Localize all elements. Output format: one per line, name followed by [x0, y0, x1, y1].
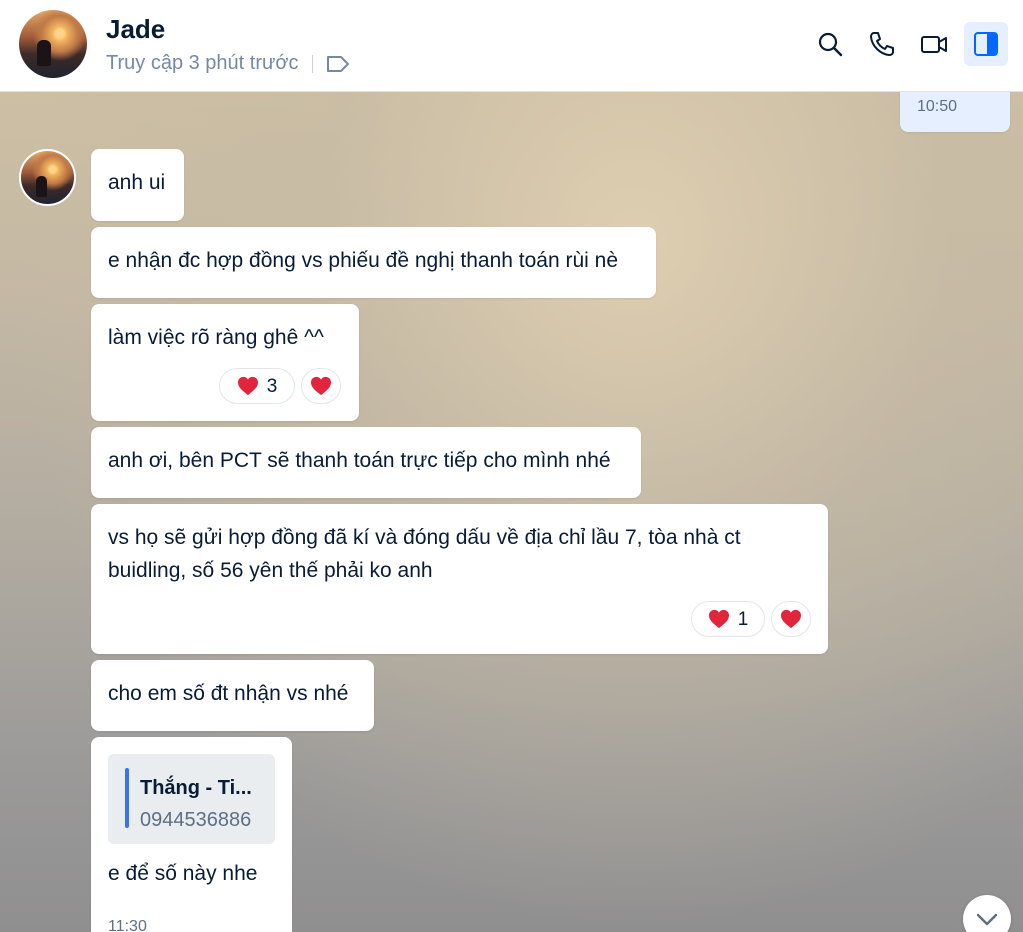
- message-text: anh ơi, bên PCT sẽ thanh toán trực tiếp …: [108, 449, 611, 472]
- contact-name[interactable]: Jade: [106, 14, 165, 45]
- message-bubble[interactable]: Thắng - Ti... 0944536886 e để số này nhe…: [91, 737, 292, 932]
- heart-icon: [708, 609, 729, 629]
- heart-icon: [781, 609, 801, 629]
- message-text: anh ui: [108, 171, 166, 194]
- message-bubble[interactable]: e nhận đc hợp đồng vs phiếu đề nghị than…: [91, 227, 656, 298]
- message-bubble[interactable]: anh ui: [91, 149, 184, 221]
- presence-status: Truy cập 3 phút trước: [106, 52, 299, 74]
- search-button[interactable]: [808, 22, 852, 66]
- reaction-count: 1: [737, 608, 749, 630]
- voice-call-button[interactable]: [860, 22, 904, 66]
- message-text-line: buidling, số 56 yên thế phải ko anh: [108, 559, 433, 582]
- scroll-to-bottom-button[interactable]: [963, 895, 1011, 932]
- chevron-down-icon: [976, 913, 998, 926]
- message-text: e nhận đc hợp đồng vs phiếu đề nghị than…: [108, 249, 618, 272]
- sidebar-toggle-icon: [974, 32, 998, 56]
- message-bubble[interactable]: vs họ sẽ gửi hợp đồng đã kí và đóng dấu …: [91, 504, 828, 654]
- reaction-summary[interactable]: 1: [691, 601, 765, 637]
- tag-icon[interactable]: [326, 53, 350, 75]
- message-text: cho em số đt nhận vs nhé: [108, 682, 349, 705]
- quote-contact-name: Thắng - Ti...: [140, 777, 252, 799]
- quote-phone-number: 0944536886: [140, 809, 252, 831]
- message-text: e để số này nhe: [108, 862, 258, 885]
- message-time: 11:30: [108, 918, 147, 932]
- message-text: làm việc rõ ràng ghê ^^: [108, 326, 324, 349]
- reaction-count: 3: [266, 375, 278, 397]
- reaction-summary[interactable]: 3: [219, 368, 295, 404]
- react-button[interactable]: [771, 601, 811, 637]
- message-bubble[interactable]: anh ơi, bên PCT sẽ thanh toán trực tiếp …: [91, 427, 641, 498]
- contact-avatar[interactable]: [19, 10, 87, 78]
- video-call-button[interactable]: [912, 22, 956, 66]
- video-icon: [921, 36, 947, 53]
- sender-avatar[interactable]: [19, 149, 76, 206]
- outgoing-message[interactable]: 10:50: [900, 92, 1010, 132]
- contact-card-quote[interactable]: Thắng - Ti... 0944536886: [108, 754, 275, 844]
- message-text-line: vs họ sẽ gửi hợp đồng đã kí và đóng dấu …: [108, 526, 741, 549]
- quote-accent-bar: [125, 768, 129, 828]
- toggle-sidebar-button[interactable]: [964, 22, 1008, 66]
- heart-icon: [311, 376, 331, 396]
- react-button[interactable]: [301, 368, 341, 404]
- chat-header: Jade Truy cập 3 phút trước: [0, 0, 1023, 92]
- phone-icon: [870, 32, 894, 56]
- search-icon: [818, 32, 843, 57]
- header-divider: [312, 55, 313, 73]
- message-time: 10:50: [917, 98, 958, 115]
- heart-icon: [237, 376, 258, 396]
- message-bubble[interactable]: cho em số đt nhận vs nhé: [91, 660, 374, 731]
- message-bubble[interactable]: làm việc rõ ràng ghê ^^ 3: [91, 304, 359, 421]
- message-list[interactable]: 10:50 anh ui e nhận đc hợp đồng vs phiếu…: [0, 92, 1023, 932]
